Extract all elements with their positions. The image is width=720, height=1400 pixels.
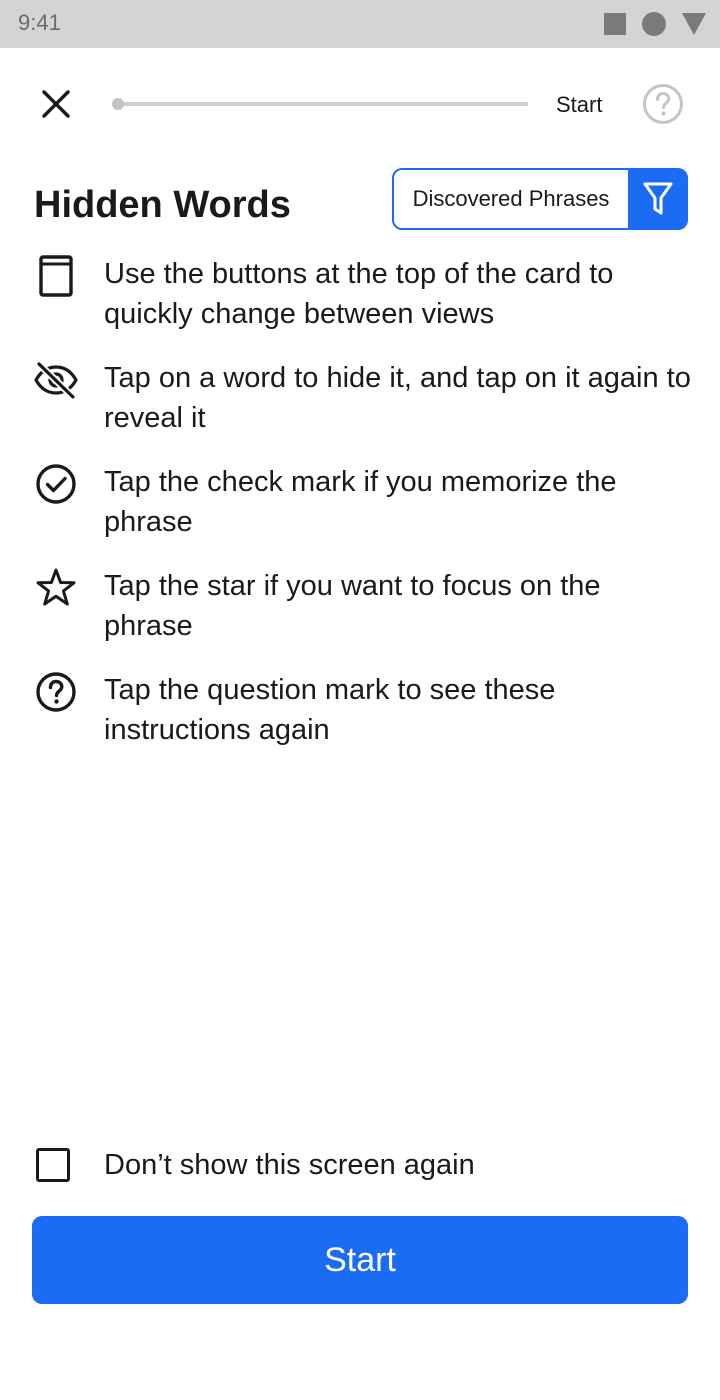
help-button[interactable]	[642, 83, 684, 125]
status-icons	[604, 12, 706, 36]
dont-show-again-checkbox[interactable]	[36, 1148, 70, 1182]
dont-show-again-label: Don’t show this screen again	[104, 1148, 475, 1181]
eye-off-icon	[32, 356, 80, 404]
filter-group: Discovered Phrases	[392, 168, 688, 230]
progress-knob	[112, 98, 124, 110]
instruction-text: Tap the star if you want to focus on the…	[104, 570, 601, 642]
instruction-text: Tap the check mark if you memorize the p…	[104, 466, 617, 538]
progress-start-label: Start	[556, 92, 603, 117]
close-icon	[42, 90, 70, 118]
instruction-item: Tap the star if you want to focus on the…	[32, 564, 692, 646]
instruction-list: Use the buttons at the top of the card t…	[32, 252, 692, 772]
filter-dropdown[interactable]: Discovered Phrases	[392, 168, 628, 230]
start-button[interactable]: Start	[32, 1216, 688, 1304]
instruction-item: Tap the check mark if you memorize the p…	[32, 460, 692, 542]
progress-bar	[112, 98, 528, 110]
instruction-text: Tap the question mark to see these instr…	[104, 674, 556, 746]
check-circle-icon	[32, 460, 80, 508]
star-icon	[32, 564, 80, 612]
card-icon	[32, 252, 80, 300]
filter-icon	[643, 182, 673, 215]
status-time: 9:41	[18, 10, 61, 35]
instruction-text: Tap on a word to hide it, and tap on it …	[104, 362, 691, 434]
dont-show-again-row[interactable]: Don’t show this screen again	[36, 1148, 475, 1182]
wifi-circle-icon	[642, 12, 666, 36]
instruction-item: Tap on a word to hide it, and tap on it …	[32, 356, 692, 438]
instruction-item: Use the buttons at the top of the card t…	[32, 252, 692, 334]
filter-button[interactable]	[628, 168, 688, 230]
help-icon	[643, 84, 683, 124]
signal-square-icon	[604, 13, 626, 35]
status-bar: 9:41	[0, 0, 720, 48]
battery-triangle-icon	[682, 13, 706, 35]
instruction-text: Use the buttons at the top of the card t…	[104, 258, 614, 330]
page-title: Hidden Words	[34, 184, 291, 226]
close-button[interactable]	[34, 82, 78, 126]
question-circle-icon	[32, 668, 80, 716]
instruction-item: Tap the question mark to see these instr…	[32, 668, 692, 750]
